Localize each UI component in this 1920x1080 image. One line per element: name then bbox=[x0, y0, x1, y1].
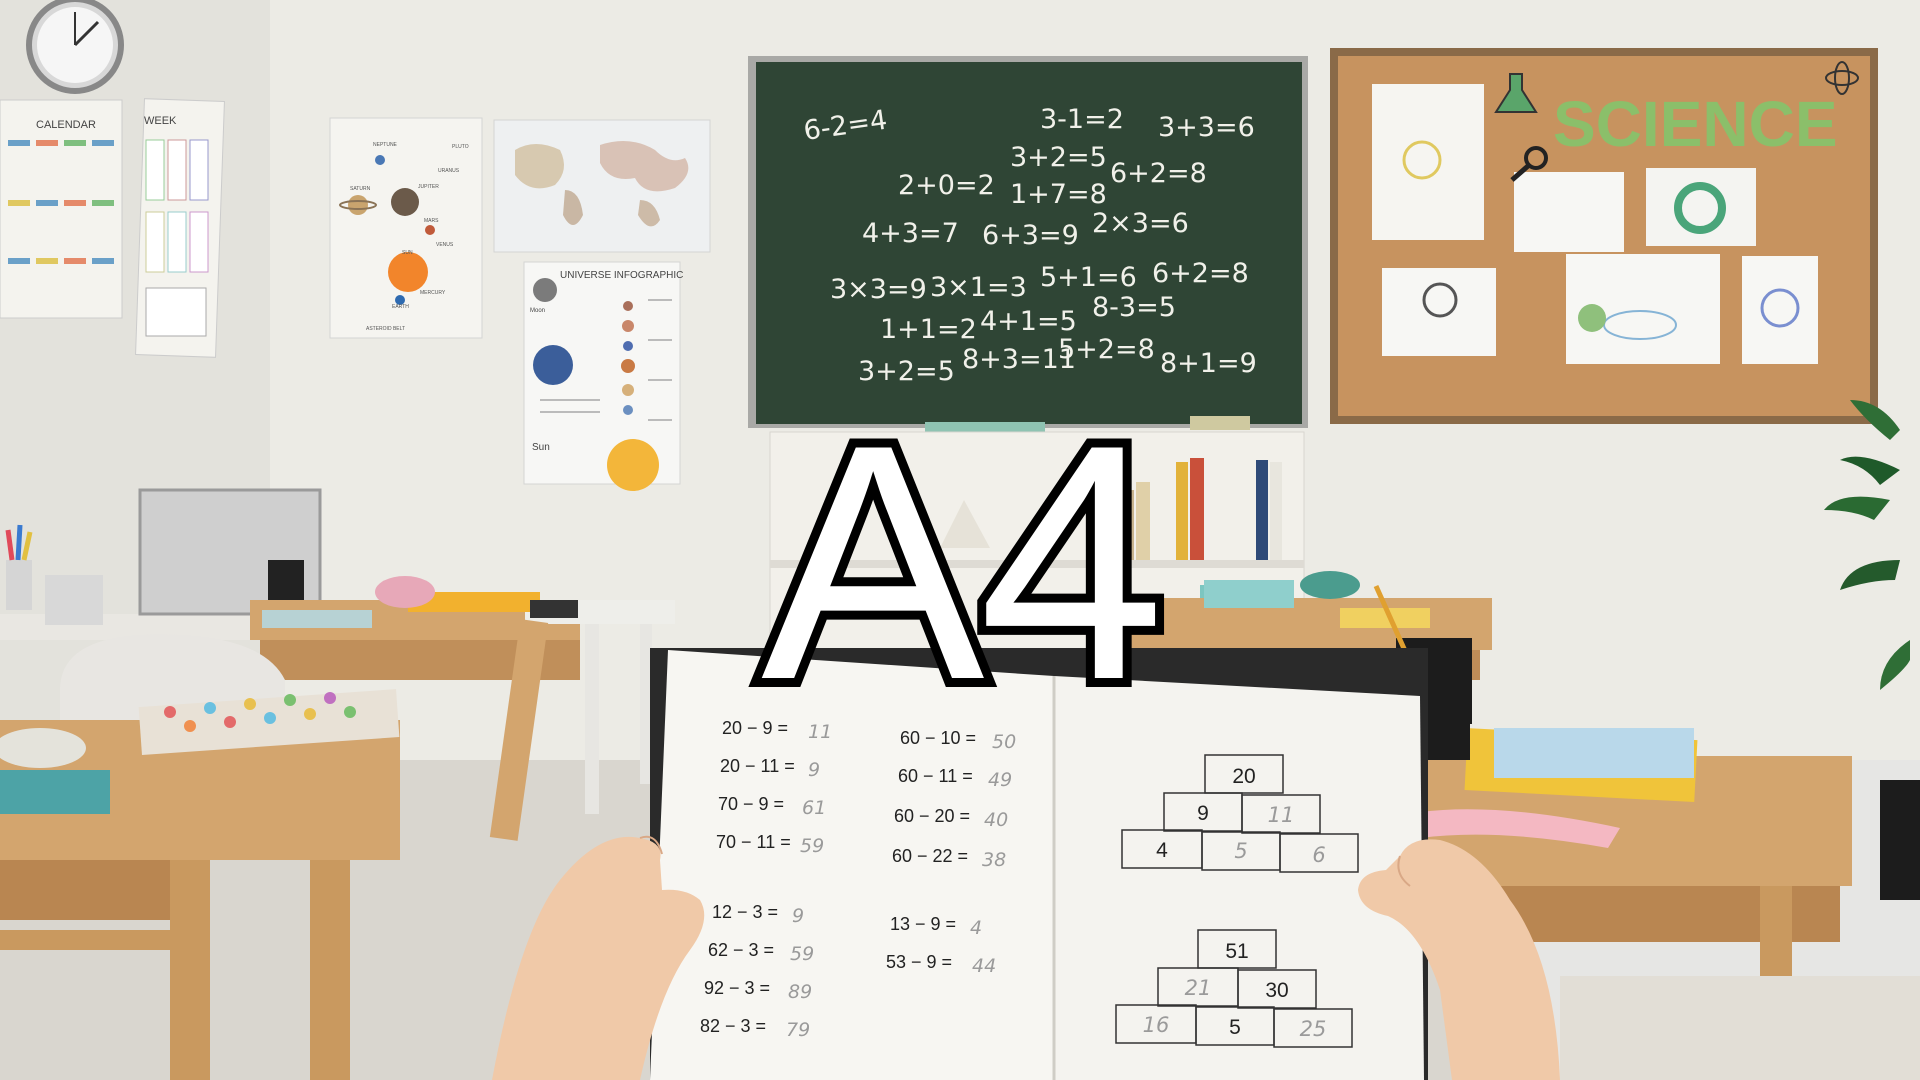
solar-label: PLUTO bbox=[452, 144, 469, 150]
universe-title: UNIVERSE INFOGRAPHIC bbox=[560, 270, 683, 281]
solar-label: VENUS bbox=[436, 242, 454, 248]
week-poster: WEEK bbox=[135, 98, 225, 358]
exercise-answer: 59 bbox=[790, 943, 814, 965]
solar-system-poster: NEPTUNE PLUTO SATURN JUPITER URANUS MARS… bbox=[329, 117, 483, 339]
exercise-expr: 12 − 3 = bbox=[712, 902, 778, 922]
exercise-answer: 9 bbox=[792, 905, 804, 927]
calendar-title: CALENDAR bbox=[36, 119, 96, 131]
chalk-eq: 3×3=9 bbox=[830, 274, 927, 305]
pyramid-cell: 20 bbox=[1232, 765, 1255, 788]
chalk-eq: 1+1=2 bbox=[880, 314, 977, 345]
exercise-answer: 40 bbox=[984, 809, 1008, 831]
exercise-expr: 53 − 9 = bbox=[886, 952, 952, 972]
chalk-eq: 3+2=5 bbox=[1010, 142, 1107, 173]
pyramid-cell: 11 bbox=[1268, 803, 1295, 827]
cork-board: SCIENCE bbox=[1330, 48, 1878, 424]
exercise-expr: 62 − 3 = bbox=[708, 940, 774, 960]
exercise-answer: 59 bbox=[800, 835, 824, 857]
exercise-expr: 70 − 9 = bbox=[718, 794, 784, 814]
chalk-eq: 6+3=9 bbox=[982, 220, 1079, 251]
exercise-answer: 9 bbox=[808, 759, 820, 781]
chalk-eq: 6+2=8 bbox=[1152, 258, 1249, 289]
solar-label: EARTH bbox=[392, 304, 409, 310]
chalk-eq: 3×1=3 bbox=[930, 272, 1027, 303]
chalk-eq: 3-1=2 bbox=[1040, 104, 1124, 135]
exercise-expr: 60 − 11 = bbox=[898, 766, 973, 786]
exercise-answer: 4 bbox=[970, 917, 982, 939]
pyramid-cell: 6 bbox=[1312, 843, 1325, 867]
pyramid-cell: 21 bbox=[1185, 976, 1212, 1000]
world-map-poster bbox=[493, 119, 711, 253]
exercise-expr: 82 − 3 = bbox=[700, 1016, 766, 1036]
exercise-expr: 60 − 20 = bbox=[894, 806, 970, 826]
calendar-poster: CALENDAR bbox=[0, 99, 123, 319]
solar-label: ASTEROID BELT bbox=[366, 326, 405, 332]
chalk-eq: 8+1=9 bbox=[1160, 348, 1257, 379]
chalk-eq: 8-3=5 bbox=[1092, 292, 1176, 323]
exercise-answer: 79 bbox=[786, 1019, 810, 1041]
week-title: WEEK bbox=[144, 115, 177, 127]
exercise-answer: 38 bbox=[982, 849, 1006, 871]
solar-label: SATURN bbox=[350, 186, 371, 192]
exercise-answer: 49 bbox=[988, 769, 1012, 791]
exercise-expr: 92 − 3 = bbox=[704, 978, 770, 998]
pyramid-cell: 25 bbox=[1300, 1017, 1327, 1041]
pyramid-cell: 4 bbox=[1156, 839, 1168, 862]
exercise-answer: 44 bbox=[972, 955, 996, 977]
overlay-title: A4 bbox=[752, 375, 1174, 749]
solar-label: MERCURY bbox=[420, 290, 446, 296]
chalk-eq: 2+0=2 bbox=[898, 170, 995, 201]
exercise-expr: 13 − 9 = bbox=[890, 914, 956, 934]
chalk-eq: 5+1=6 bbox=[1040, 262, 1137, 293]
exercise-answer: 89 bbox=[788, 981, 812, 1003]
chalk-eq: 2×3=6 bbox=[1092, 208, 1189, 239]
exercise-expr: 60 − 22 = bbox=[892, 846, 968, 866]
chalk-eq: 1+7=8 bbox=[1010, 179, 1107, 210]
pyramid-cell: 5 bbox=[1229, 1016, 1241, 1039]
exercise-answer: 61 bbox=[802, 797, 826, 819]
pyramid-cell: 5 bbox=[1234, 839, 1247, 863]
chalk-eq: 4+3=7 bbox=[862, 218, 959, 249]
chalk-eq: 6+2=8 bbox=[1110, 158, 1207, 189]
science-title: SCIENCE bbox=[1553, 88, 1838, 160]
solar-label: URANUS bbox=[438, 168, 460, 174]
exercise-expr: 70 − 11 = bbox=[716, 832, 791, 852]
solar-label: MARS bbox=[424, 218, 439, 224]
chalk-eq: 3+3=6 bbox=[1158, 112, 1255, 143]
exercise-expr: 20 − 11 = bbox=[720, 756, 795, 776]
pyramid-cell: 9 bbox=[1197, 802, 1209, 825]
pyramid-cell: 30 bbox=[1265, 979, 1288, 1002]
wall-clock-icon bbox=[26, 0, 124, 94]
chalk-eq: 4+1=5 bbox=[980, 306, 1077, 337]
pyramid-cell: 51 bbox=[1225, 940, 1248, 963]
solar-label: JUPITER bbox=[418, 184, 439, 190]
pyramid-cell: 16 bbox=[1143, 1013, 1170, 1037]
solar-label: NEPTUNE bbox=[373, 142, 398, 148]
solar-label: SUN bbox=[402, 250, 413, 256]
chalk-eq: 5+2=8 bbox=[1058, 334, 1155, 365]
universe-moon-label: Moon bbox=[530, 308, 545, 314]
